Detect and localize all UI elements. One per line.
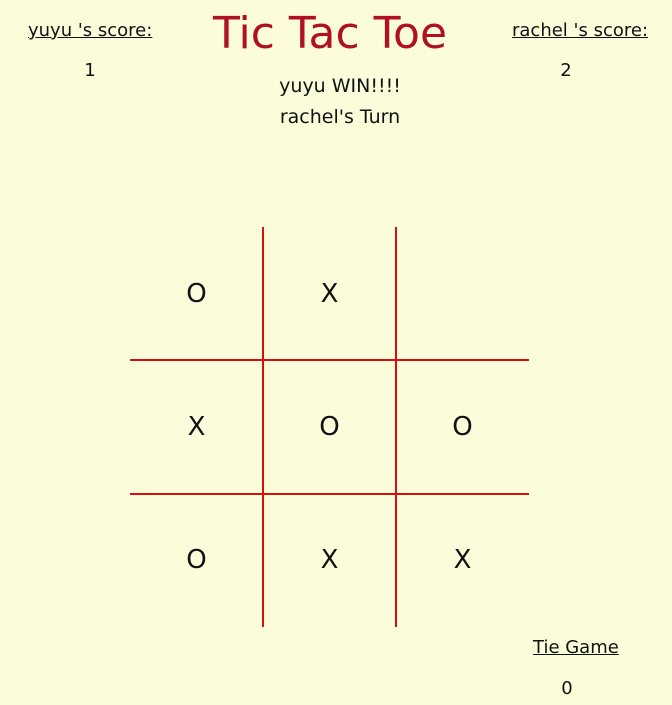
player1-score-label: yuyu 's score: (28, 20, 153, 41)
board-cell-6[interactable]: O (396, 360, 529, 493)
player2-score-label: rachel 's score: (512, 20, 649, 41)
turn-indicator: rachel's Turn (279, 106, 401, 128)
grid-line-vertical-1 (262, 227, 264, 627)
board-cell-9[interactable]: X (396, 493, 529, 626)
game-board: O X X O O O X X (130, 227, 529, 627)
board-cell-3[interactable] (396, 227, 529, 360)
grid-line-horizontal-2 (130, 493, 529, 495)
board-cell-5[interactable]: O (263, 360, 396, 493)
winner-message: yuyu WIN!!!! (279, 75, 401, 97)
board-cell-7[interactable]: O (130, 493, 263, 626)
board-cell-8[interactable]: X (263, 493, 396, 626)
board-cell-4[interactable]: X (130, 360, 263, 493)
tie-game-count: 0 (561, 678, 573, 699)
grid-line-vertical-2 (395, 227, 397, 627)
grid-line-horizontal-1 (130, 359, 529, 361)
tie-game-label: Tie Game (533, 637, 619, 658)
board-cell-2[interactable]: X (263, 227, 396, 360)
board-cell-1[interactable]: O (130, 227, 263, 360)
